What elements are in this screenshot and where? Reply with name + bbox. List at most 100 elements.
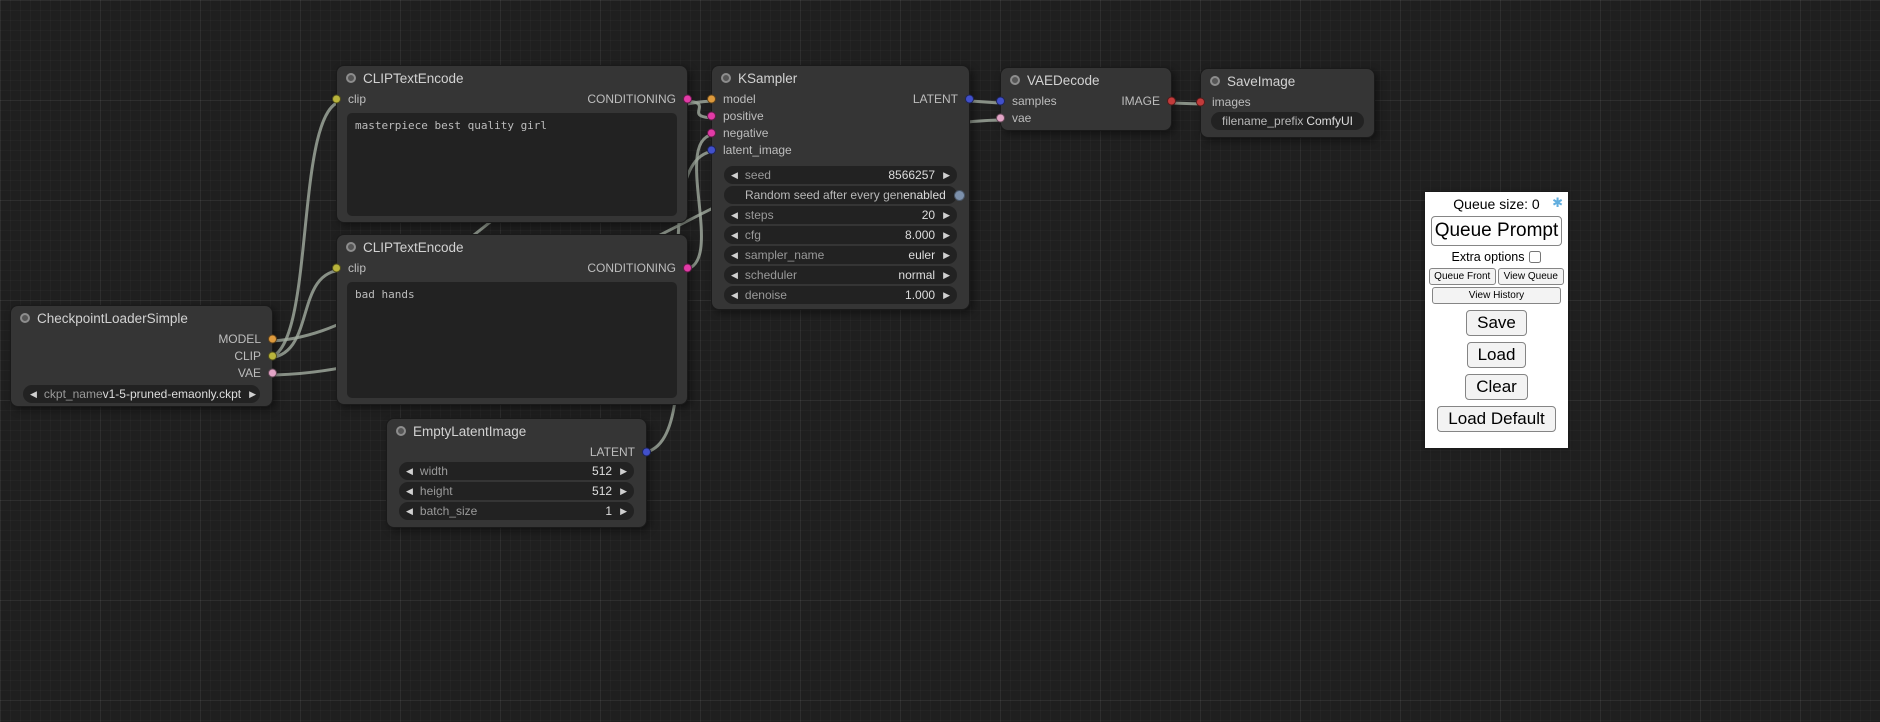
node-collapse-dot[interactable]: [396, 426, 406, 436]
input-label-images: images: [1212, 95, 1251, 109]
next-value-icon[interactable]: ▶: [249, 385, 256, 403]
input-slot-vae[interactable]: [996, 113, 1005, 122]
output-slot-vae[interactable]: [268, 368, 277, 377]
widget-label: width: [420, 464, 448, 478]
input-slot-clip[interactable]: [332, 94, 341, 103]
menu-drag-header[interactable]: Queue size: 0 ✱: [1428, 194, 1565, 215]
negative-prompt-textarea[interactable]: bad hands: [347, 282, 677, 398]
queue-buttons-row: Queue Front View Queue: [1429, 268, 1564, 285]
next-value-icon[interactable]: ▶: [943, 266, 950, 284]
settings-icon[interactable]: ✱: [1552, 195, 1563, 211]
input-label-clip: clip: [348, 92, 366, 106]
node-empty-latent-header[interactable]: EmptyLatentImage: [387, 419, 646, 443]
output-slot-latent[interactable]: [642, 447, 651, 456]
input-slot-negative[interactable]: [707, 128, 716, 137]
output-label-clip: CLIP: [234, 349, 261, 363]
node-save-image-header[interactable]: SaveImage: [1201, 69, 1374, 93]
input-slot-samples[interactable]: [996, 96, 1005, 105]
output-row-latent: LATENT: [387, 443, 646, 460]
widget-sampler-name[interactable]: ◀ sampler_name euler ▶: [724, 246, 957, 264]
widget-batch-size[interactable]: ◀ batch_size 1 ▶: [399, 502, 634, 520]
node-empty-latent-image[interactable]: EmptyLatentImage LATENT ◀ width 512 ▶ ◀ …: [386, 418, 647, 528]
input-slot-latent-image[interactable]: [707, 145, 716, 154]
positive-prompt-textarea[interactable]: masterpiece best quality girl: [347, 113, 677, 216]
node-collapse-dot[interactable]: [20, 313, 30, 323]
prev-value-icon[interactable]: ◀: [731, 266, 738, 284]
output-label-model: MODEL: [218, 332, 261, 346]
output-slot-latent[interactable]: [965, 94, 974, 103]
clear-button[interactable]: Clear: [1465, 374, 1528, 400]
output-slot-clip[interactable]: [268, 351, 277, 360]
toggle-on-icon[interactable]: [954, 190, 965, 201]
decrement-icon[interactable]: ◀: [731, 206, 738, 224]
increment-icon[interactable]: ▶: [943, 286, 950, 304]
input-slot-model[interactable]: [707, 94, 716, 103]
widget-denoise[interactable]: ◀ denoise 1.000 ▶: [724, 286, 957, 304]
decrement-icon[interactable]: ◀: [406, 482, 413, 500]
widget-cfg[interactable]: ◀ cfg 8.000 ▶: [724, 226, 957, 244]
node-checkpoint-loader-header[interactable]: CheckpointLoaderSimple: [11, 306, 272, 330]
decrement-icon[interactable]: ◀: [731, 226, 738, 244]
widget-ckpt-name[interactable]: ◀ ckpt_name v1-5-pruned-emaonly.ckpt ▶: [23, 385, 260, 403]
widget-label: steps: [745, 208, 774, 222]
node-title: SaveImage: [1227, 74, 1295, 89]
output-slot-conditioning[interactable]: [683, 94, 692, 103]
widget-value: ComfyUI: [1306, 114, 1353, 128]
widget-random-seed-toggle[interactable]: Random seed after every gen enabled: [724, 186, 957, 204]
node-collapse-dot[interactable]: [346, 73, 356, 83]
widget-value: enabled: [903, 188, 946, 202]
increment-icon[interactable]: ▶: [620, 502, 627, 520]
queue-prompt-button[interactable]: Queue Prompt: [1431, 216, 1562, 246]
node-collapse-dot[interactable]: [1010, 75, 1020, 85]
widget-height[interactable]: ◀ height 512 ▶: [399, 482, 634, 500]
output-slot-model[interactable]: [268, 334, 277, 343]
prev-value-icon[interactable]: ◀: [30, 385, 37, 403]
view-queue-button[interactable]: View Queue: [1498, 268, 1565, 285]
widget-seed[interactable]: ◀ seed 8566257 ▶: [724, 166, 957, 184]
output-slot-conditioning[interactable]: [683, 263, 692, 272]
load-button[interactable]: Load: [1467, 342, 1527, 368]
widget-filename-prefix[interactable]: filename_prefix ComfyUI: [1211, 112, 1364, 130]
widget-label: batch_size: [420, 504, 477, 518]
node-graph-canvas[interactable]: CheckpointLoaderSimple MODEL CLIP VAE ◀ …: [0, 0, 1880, 722]
node-clip-text-encode-negative[interactable]: CLIPTextEncode clip CONDITIONING bad han…: [336, 234, 688, 405]
widget-steps[interactable]: ◀ steps 20 ▶: [724, 206, 957, 224]
save-button[interactable]: Save: [1466, 310, 1527, 336]
node-clip-text-encode-positive[interactable]: CLIPTextEncode clip CONDITIONING masterp…: [336, 65, 688, 223]
increment-icon[interactable]: ▶: [943, 206, 950, 224]
decrement-icon[interactable]: ◀: [406, 462, 413, 480]
next-value-icon[interactable]: ▶: [943, 246, 950, 264]
node-collapse-dot[interactable]: [721, 73, 731, 83]
load-default-button[interactable]: Load Default: [1437, 406, 1555, 432]
input-label-vae: vae: [1012, 111, 1031, 125]
widget-scheduler[interactable]: ◀ scheduler normal ▶: [724, 266, 957, 284]
input-slot-images[interactable]: [1196, 97, 1205, 106]
node-collapse-dot[interactable]: [1210, 76, 1220, 86]
node-ksampler-header[interactable]: KSampler: [712, 66, 969, 90]
widget-value: normal: [898, 268, 935, 282]
input-slot-positive[interactable]: [707, 111, 716, 120]
node-checkpoint-loader[interactable]: CheckpointLoaderSimple MODEL CLIP VAE ◀ …: [10, 305, 273, 407]
input-slot-clip[interactable]: [332, 263, 341, 272]
prev-value-icon[interactable]: ◀: [731, 246, 738, 264]
node-clip-positive-header[interactable]: CLIPTextEncode: [337, 66, 687, 90]
view-history-button[interactable]: View History: [1432, 287, 1561, 304]
decrement-icon[interactable]: ◀: [731, 286, 738, 304]
node-vae-decode[interactable]: VAEDecode samples IMAGE vae: [1000, 67, 1172, 131]
widget-width[interactable]: ◀ width 512 ▶: [399, 462, 634, 480]
decrement-icon[interactable]: ◀: [731, 166, 738, 184]
decrement-icon[interactable]: ◀: [406, 502, 413, 520]
output-slot-image[interactable]: [1167, 96, 1176, 105]
increment-icon[interactable]: ▶: [620, 482, 627, 500]
increment-icon[interactable]: ▶: [620, 462, 627, 480]
node-vae-decode-header[interactable]: VAEDecode: [1001, 68, 1171, 92]
queue-front-button[interactable]: Queue Front: [1429, 268, 1496, 285]
input-row-images: images: [1201, 93, 1374, 110]
increment-icon[interactable]: ▶: [943, 226, 950, 244]
node-clip-negative-header[interactable]: CLIPTextEncode: [337, 235, 687, 259]
node-save-image[interactable]: SaveImage images filename_prefix ComfyUI: [1200, 68, 1375, 138]
extra-options-checkbox[interactable]: [1529, 251, 1541, 263]
increment-icon[interactable]: ▶: [943, 166, 950, 184]
node-collapse-dot[interactable]: [346, 242, 356, 252]
node-ksampler[interactable]: KSampler model LATENT positive negative …: [711, 65, 970, 310]
